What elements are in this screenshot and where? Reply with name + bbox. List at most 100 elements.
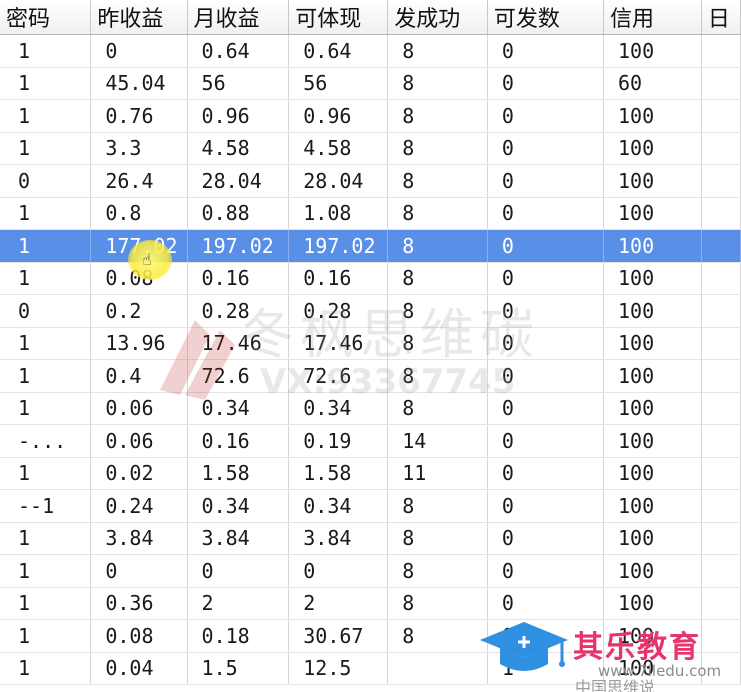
cell-password[interactable]: 1 xyxy=(0,652,92,685)
cell-sent-success[interactable]: 8 xyxy=(387,522,488,555)
cell-password[interactable]: 0 xyxy=(0,294,92,328)
cell-month-earnings[interactable]: 1.5 xyxy=(187,652,290,685)
cell-month-earnings[interactable]: 0.28 xyxy=(187,294,290,328)
cell-password[interactable]: 1 xyxy=(0,197,92,230)
cell-truncated[interactable] xyxy=(701,197,741,230)
cell-yesterday-earnings[interactable]: 177.02 xyxy=(90,229,188,263)
table-row[interactable]: 1 0.08 0.18 30.67 8 0 100 xyxy=(0,619,741,653)
cell-password[interactable]: 1 xyxy=(0,327,92,360)
cell-sendable[interactable]: 0 xyxy=(487,67,604,100)
cell-month-earnings[interactable]: 0.96 xyxy=(187,99,290,133)
table-row[interactable]: 1 0.76 0.96 0.96 8 0 100 xyxy=(0,99,741,133)
cell-month-earnings[interactable]: 0.34 xyxy=(187,392,290,425)
cell-sent-success[interactable]: 14 xyxy=(387,424,488,458)
cell-credit[interactable]: 100 xyxy=(603,652,702,685)
cell-withdrawable[interactable]: 0.34 xyxy=(288,392,389,425)
cell-sent-success[interactable]: 8 xyxy=(387,359,488,393)
cell-sendable[interactable]: 0 xyxy=(487,522,604,555)
cell-credit[interactable]: 100 xyxy=(603,164,702,198)
table-row[interactable]: 0 0.2 0.28 0.28 8 0 100 xyxy=(0,294,741,328)
cell-withdrawable[interactable]: 2 xyxy=(288,587,389,620)
cell-sendable[interactable]: 0 xyxy=(487,99,604,133)
cell-withdrawable[interactable]: 4.58 xyxy=(288,132,389,165)
cell-sendable[interactable]: 0 xyxy=(487,619,604,653)
cell-truncated[interactable] xyxy=(701,294,741,328)
cell-withdrawable[interactable]: 72.6 xyxy=(288,359,389,393)
cell-truncated[interactable] xyxy=(701,392,741,425)
cell-withdrawable[interactable]: 1.08 xyxy=(288,197,389,230)
cell-password[interactable]: --1 xyxy=(0,489,92,523)
cell-sent-success[interactable]: 8 xyxy=(387,294,488,328)
table-row[interactable]: 1 3.84 3.84 3.84 8 0 100 xyxy=(0,522,741,555)
cell-month-earnings[interactable]: 2 xyxy=(187,587,290,620)
cell-password[interactable]: 1 xyxy=(0,132,92,165)
cell-withdrawable[interactable]: 197.02 xyxy=(288,229,389,263)
cell-password[interactable]: 1 xyxy=(0,587,92,620)
cell-sendable[interactable]: 0 xyxy=(487,294,604,328)
cell-yesterday-earnings[interactable]: 3.84 xyxy=(90,522,188,555)
cell-yesterday-earnings[interactable]: 0.06 xyxy=(90,392,188,425)
cell-yesterday-earnings[interactable]: 0.36 xyxy=(90,587,188,620)
cell-sent-success[interactable]: 8 xyxy=(387,262,488,295)
cell-sent-success[interactable]: 8 xyxy=(387,554,488,588)
cell-yesterday-earnings[interactable]: 0.02 xyxy=(90,457,188,490)
cell-month-earnings[interactable]: 0.16 xyxy=(187,262,290,295)
cell-password[interactable]: 1 xyxy=(0,359,92,393)
cell-truncated[interactable] xyxy=(701,587,741,620)
cell-credit[interactable]: 100 xyxy=(603,424,702,458)
table-row[interactable]: 1 0.04 1.5 12.5 1 100 xyxy=(0,652,741,685)
cell-credit[interactable]: 100 xyxy=(603,457,702,490)
cell-truncated[interactable] xyxy=(701,424,741,458)
cell-yesterday-earnings[interactable]: 0.76 xyxy=(90,99,188,133)
cell-sent-success[interactable]: 8 xyxy=(387,197,488,230)
cell-yesterday-earnings[interactable]: 0.8 xyxy=(90,197,188,230)
cell-password[interactable]: 1 xyxy=(0,554,92,588)
cell-yesterday-earnings[interactable]: 0.4 xyxy=(90,359,188,393)
cell-credit[interactable]: 100 xyxy=(603,359,702,393)
table-row[interactable]: -... 0.06 0.16 0.19 14 0 100 xyxy=(0,424,741,458)
cell-sent-success[interactable]: 8 xyxy=(387,619,488,653)
cell-truncated[interactable] xyxy=(701,164,741,198)
cell-truncated[interactable] xyxy=(701,34,741,68)
cell-truncated[interactable] xyxy=(701,229,741,263)
table-row[interactable]: 1 0.36 2 2 8 0 100 xyxy=(0,587,741,620)
column-header-yesterday-earnings[interactable]: 昨收益 xyxy=(90,0,188,35)
column-header-password[interactable]: 密码 xyxy=(0,0,92,35)
column-header-truncated[interactable]: 日 xyxy=(701,0,741,35)
cell-password[interactable]: 1 xyxy=(0,392,92,425)
cell-month-earnings[interactable]: 0.88 xyxy=(187,197,290,230)
cell-password[interactable]: 1 xyxy=(0,99,92,133)
table-row[interactable]: 1 13.96 17.46 17.46 8 0 100 xyxy=(0,327,741,360)
cell-credit[interactable]: 100 xyxy=(603,229,702,263)
table-row[interactable]: 1 0 0.64 0.64 8 0 100 xyxy=(0,34,741,68)
cell-credit[interactable]: 100 xyxy=(603,132,702,165)
table-row[interactable]: 1 0.8 0.88 1.08 8 0 100 xyxy=(0,197,741,230)
cell-sent-success[interactable]: 8 xyxy=(387,587,488,620)
cell-withdrawable[interactable]: 17.46 xyxy=(288,327,389,360)
cell-password[interactable]: 1 xyxy=(0,522,92,555)
table-row[interactable]: --1 0.24 0.34 0.34 8 0 100 xyxy=(0,489,741,523)
column-header-withdrawable[interactable]: 可体现 xyxy=(288,0,389,35)
cell-withdrawable[interactable]: 0.16 xyxy=(288,262,389,295)
cell-yesterday-earnings[interactable]: 0 xyxy=(90,34,188,68)
cell-sendable[interactable]: 0 xyxy=(487,164,604,198)
cell-password[interactable]: -... xyxy=(0,424,92,458)
cell-sent-success[interactable]: 8 xyxy=(387,327,488,360)
cell-sent-success[interactable]: 8 xyxy=(387,229,488,263)
cell-sendable[interactable]: 0 xyxy=(487,587,604,620)
cell-truncated[interactable] xyxy=(701,67,741,100)
cell-credit[interactable]: 100 xyxy=(603,587,702,620)
cell-sent-success[interactable]: 8 xyxy=(387,99,488,133)
cell-sendable[interactable]: 1 xyxy=(487,652,604,685)
cell-yesterday-earnings[interactable]: 0.06 xyxy=(90,424,188,458)
cell-password[interactable]: 1 xyxy=(0,262,92,295)
table-row[interactable]: 1 45.04 56 56 8 0 60 xyxy=(0,67,741,100)
table-row[interactable]: 1 0.06 0.34 0.34 8 0 100 xyxy=(0,392,741,425)
cell-truncated[interactable] xyxy=(701,327,741,360)
table-row[interactable]: 1 0.02 1.58 1.58 11 0 100 xyxy=(0,457,741,490)
cell-month-earnings[interactable]: 4.58 xyxy=(187,132,290,165)
cell-month-earnings[interactable]: 72.6 xyxy=(187,359,290,393)
cell-credit[interactable]: 100 xyxy=(603,262,702,295)
table-row[interactable]: 1 0 0 0 8 0 100 xyxy=(0,554,741,588)
cell-sent-success[interactable]: 8 xyxy=(387,392,488,425)
